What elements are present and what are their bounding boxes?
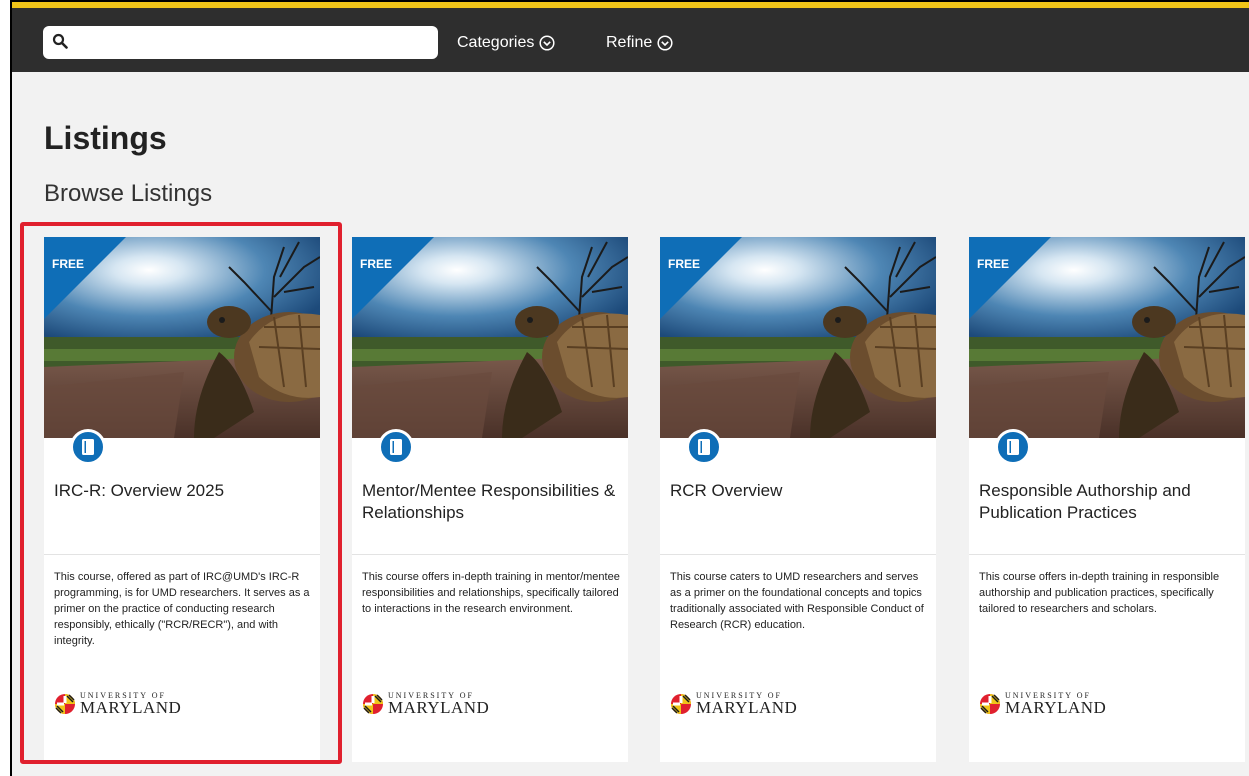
logo-text-main: MARYLAND [696,698,798,717]
book-icon [686,429,722,465]
listing-image[interactable]: FREE [969,237,1245,438]
listing-card[interactable]: FREE Mentor/Mentee Responsibilities & Re… [352,237,628,762]
listing-description: This course offers in-depth training in … [979,571,1220,615]
search-icon [52,33,68,49]
book-icon [378,429,414,465]
maryland-flag-icon [363,694,383,714]
card-divider [969,554,1245,555]
listing-title[interactable]: Responsible Authorship and Publication P… [979,480,1235,524]
listing-image[interactable]: FREE [660,237,936,438]
categories-label: Categories [457,34,535,51]
page-title: Listings [44,120,167,156]
refine-label: Refine [606,34,653,51]
card-divider [660,554,936,555]
book-icon [995,429,1031,465]
maryland-flag-icon [980,694,1000,714]
top-navigation-bar: Categories Refine [12,8,1249,72]
card-divider [352,554,628,555]
search-input[interactable] [43,26,438,59]
maryland-flag-icon [671,694,691,714]
logo-text-main: MARYLAND [1005,698,1107,717]
free-badge: FREE [668,257,701,271]
university-logo: UNIVERSITY OF MARYLAND [362,692,489,716]
refine-dropdown[interactable]: Refine [606,34,673,52]
app-frame: Categories Refine Listings Browse Listin… [10,0,1249,776]
university-logo: UNIVERSITY OF MARYLAND [979,692,1106,716]
categories-dropdown[interactable]: Categories [457,34,555,52]
listing-card[interactable]: FREE Responsible Authorship and Publicat… [969,237,1245,762]
logo-text-main: MARYLAND [388,698,490,717]
listing-image[interactable]: FREE [352,237,628,438]
listing-description: This course offers in-depth training in … [362,571,620,615]
listing-card[interactable]: FREE RCR Overview This course caters to … [660,237,936,762]
university-logo: UNIVERSITY OF MARYLAND [670,692,797,716]
free-badge: FREE [977,257,1010,271]
listing-title[interactable]: Mentor/Mentee Responsibilities & Relatio… [362,480,618,524]
chevron-down-circle-icon [657,35,673,51]
listing-description: This course caters to UMD researchers an… [670,571,924,631]
selection-highlight [20,222,342,764]
free-badge: FREE [360,257,393,271]
chevron-down-circle-icon [539,35,555,51]
page-subtitle: Browse Listings [44,180,213,207]
listing-title[interactable]: RCR Overview [670,480,926,502]
